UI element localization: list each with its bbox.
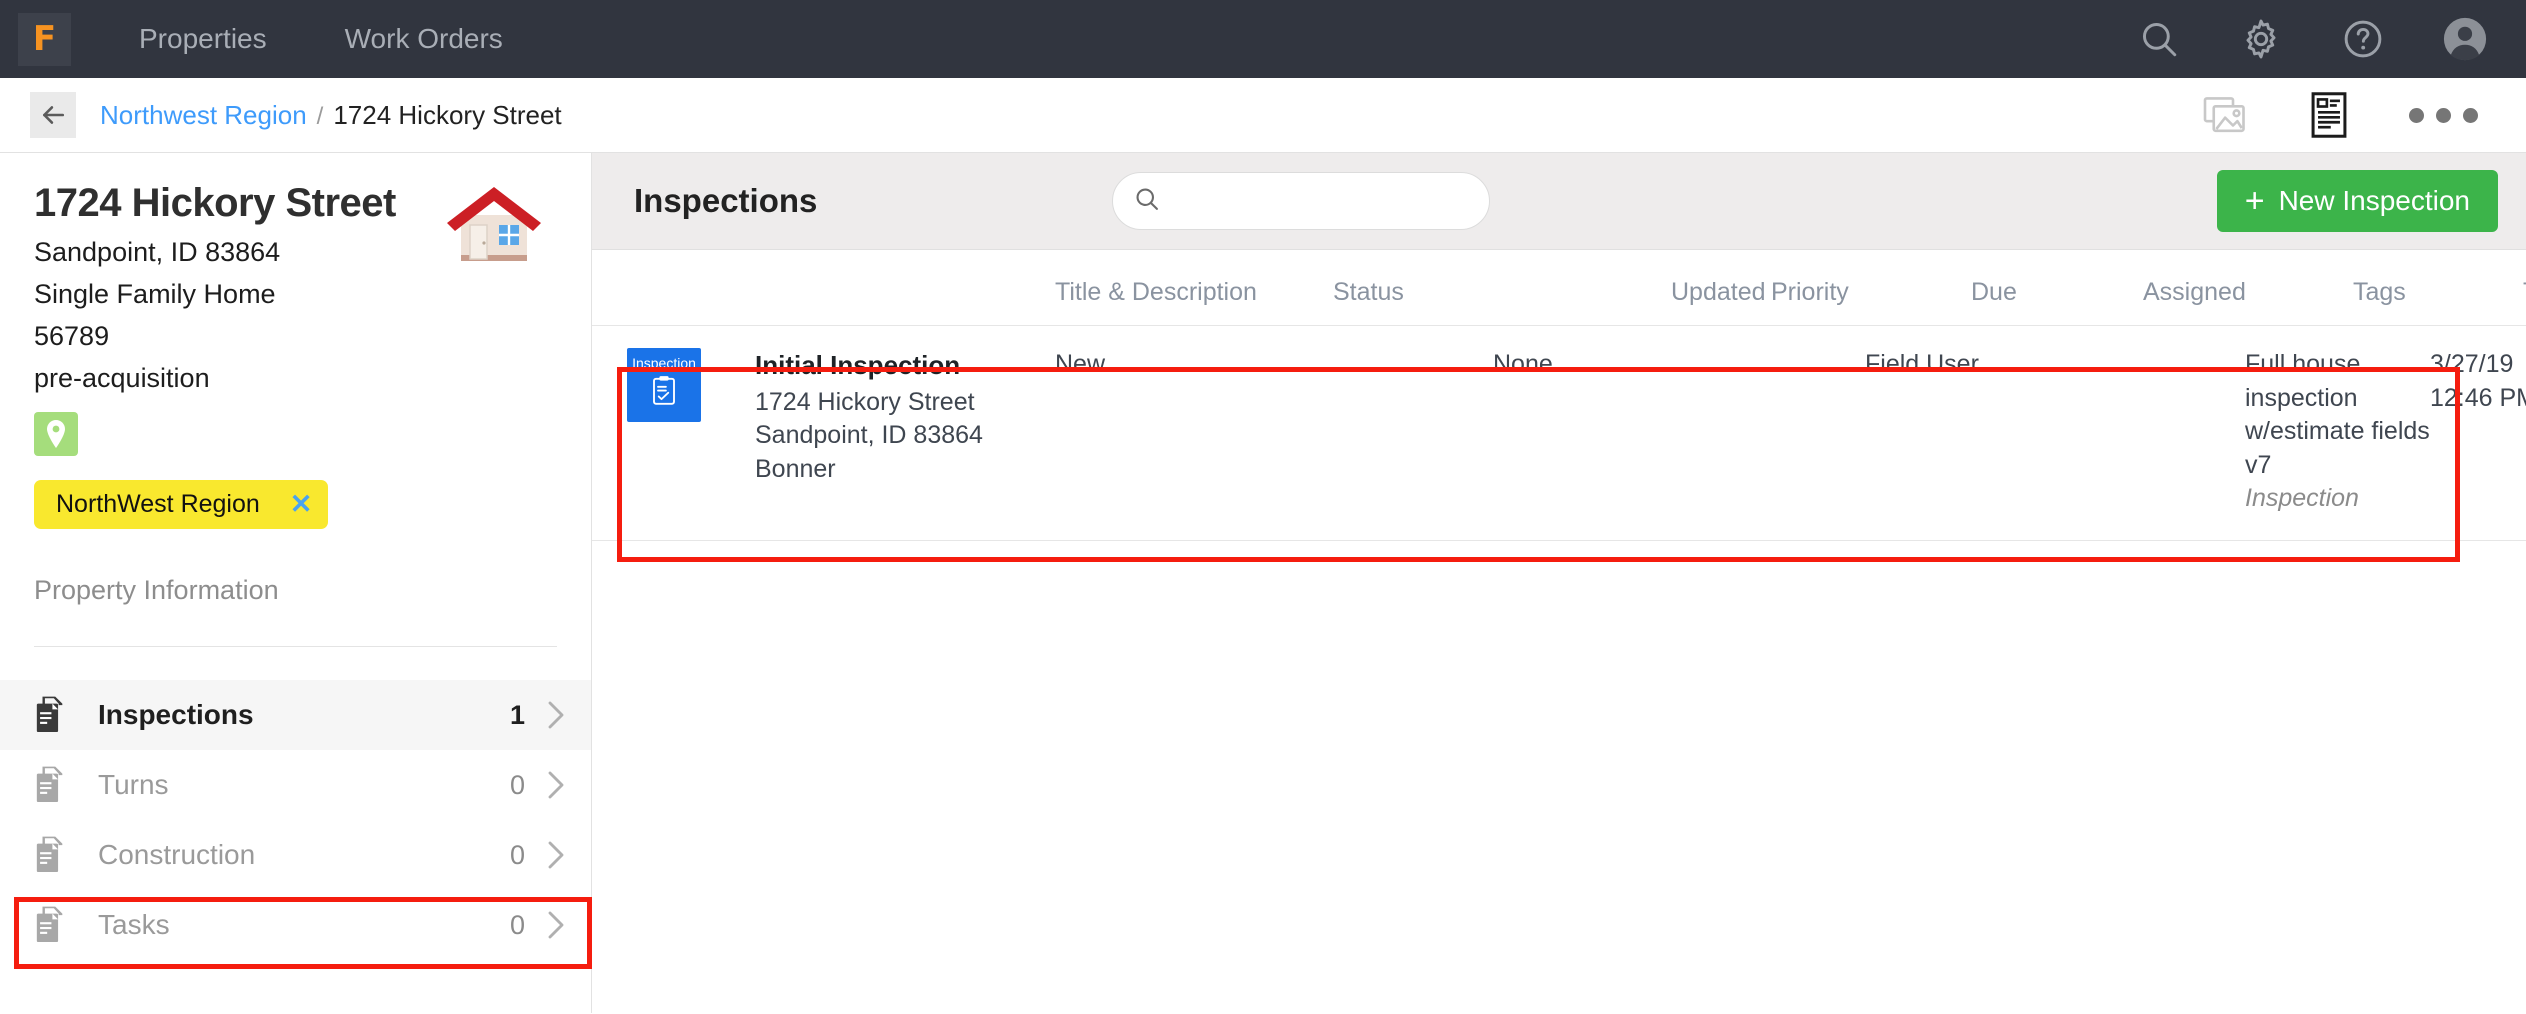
- property-sidebar: 1724 Hickory Street Sandpoint, ID 83864 …: [0, 153, 592, 1013]
- logo-letter: F: [33, 22, 56, 56]
- region-tag-label: NorthWest Region: [56, 490, 260, 519]
- row-created-time: 12:46 PM: [2430, 382, 2526, 416]
- sidebar-item-count: 0: [510, 910, 525, 941]
- page-title: Inspections: [634, 182, 817, 220]
- row-template: Full house inspection w/estimate fields …: [2245, 348, 2430, 516]
- inspection-badge-label: Inspection: [632, 356, 696, 370]
- sidebar-item-label: Construction: [98, 839, 255, 871]
- row-template-name: Full house inspection w/estimate fields …: [2245, 348, 2430, 482]
- house-icon: [441, 183, 547, 269]
- gear-icon[interactable]: [2238, 16, 2284, 62]
- row-template-type: Inspection: [2245, 482, 2430, 516]
- sidebar-item-tasks[interactable]: Tasks 0: [0, 890, 591, 960]
- breadcrumb-parent-link[interactable]: Northwest Region: [100, 100, 307, 131]
- dot-1: [2409, 108, 2424, 123]
- chevron-right-icon: [547, 700, 567, 730]
- row-tags: [2075, 348, 2245, 516]
- nav-links: Properties Work Orders: [139, 23, 581, 55]
- row-status: New: [1055, 348, 1393, 516]
- column-header-tags[interactable]: Tags: [2353, 278, 2523, 307]
- property-status: pre-acquisition: [34, 363, 557, 394]
- breadcrumb-current: 1724 Hickory Street: [333, 100, 561, 131]
- documents-icon: [34, 765, 78, 805]
- chevron-right-icon: [547, 840, 567, 870]
- nav-link-properties[interactable]: Properties: [139, 23, 267, 55]
- inspections-table: Title & Description Status Updated Prior…: [592, 250, 2526, 541]
- clipboard-check-icon: [651, 375, 677, 415]
- nav-icon-group: [2136, 16, 2504, 62]
- top-navigation-bar: F Properties Work Orders: [0, 0, 2526, 78]
- new-inspection-label: New Inspection: [2279, 185, 2470, 217]
- row-title-description: Initial Inspection 1724 Hickory Street S…: [755, 348, 1055, 516]
- row-due: [1693, 348, 1865, 516]
- sidebar-item-count: 0: [510, 840, 525, 871]
- close-icon[interactable]: ✕: [290, 489, 313, 520]
- property-number: 56789: [34, 321, 557, 352]
- column-header-priority[interactable]: Priority: [1771, 278, 1971, 307]
- search-box[interactable]: [1112, 172, 1490, 230]
- sidebar-item-label: Turns: [98, 769, 169, 801]
- document-icon[interactable]: [2311, 92, 2347, 138]
- breadcrumb-bar: Northwest Region / 1724 Hickory Street: [0, 78, 2526, 153]
- property-summary: 1724 Hickory Street Sandpoint, ID 83864 …: [0, 153, 591, 456]
- row-desc-line-2: Sandpoint, ID 83864: [755, 419, 1055, 453]
- chevron-right-icon: [547, 770, 567, 800]
- inspection-badge: Inspection: [627, 348, 701, 422]
- app-logo[interactable]: F: [18, 13, 71, 66]
- sidebar-item-turns[interactable]: Turns 0: [0, 750, 591, 820]
- breadcrumb-separator: /: [317, 103, 324, 131]
- breadcrumb: Northwest Region / 1724 Hickory Street: [100, 100, 562, 131]
- sidebar-item-inspections[interactable]: Inspections 1: [0, 680, 591, 750]
- property-type: Single Family Home: [34, 279, 557, 310]
- documents-icon: [34, 835, 78, 875]
- sidebar-item-label: Tasks: [98, 909, 170, 941]
- breadcrumb-actions: [2203, 92, 2496, 138]
- map-pin-icon[interactable]: [34, 412, 78, 456]
- table-row[interactable]: Inspection Initial I: [592, 325, 2526, 541]
- photos-icon[interactable]: [2203, 94, 2249, 136]
- avatar-icon[interactable]: [2442, 16, 2488, 62]
- inspections-header: Inspections + New Inspection: [592, 153, 2526, 250]
- main-content: Inspections + New Inspection Title & Des…: [592, 153, 2526, 1013]
- column-header-assigned[interactable]: Assigned: [2143, 278, 2353, 307]
- sidebar-nav-list: Inspections 1: [0, 680, 591, 960]
- column-header-updated[interactable]: Updated: [1671, 278, 1771, 307]
- documents-icon: [34, 695, 78, 735]
- search-icon[interactable]: [2136, 16, 2182, 62]
- row-created-date: 3/27/19: [2430, 348, 2526, 382]
- back-button[interactable]: [30, 92, 76, 138]
- row-updated: [1393, 348, 1493, 516]
- row-created: 3/27/19 12:46 PM: [2430, 348, 2526, 516]
- tag-row: NorthWest Region ✕: [0, 480, 591, 529]
- column-header-status[interactable]: Status: [1333, 278, 1671, 307]
- sidebar-item-count: 1: [510, 700, 525, 731]
- sidebar-divider: [34, 646, 557, 647]
- chevron-right-icon: [547, 910, 567, 940]
- more-menu-icon[interactable]: [2409, 108, 2478, 123]
- property-information-link[interactable]: Property Information: [0, 575, 591, 606]
- row-type-badge: Inspection: [627, 348, 755, 516]
- sidebar-item-label: Inspections: [98, 699, 254, 731]
- plus-icon: +: [2245, 184, 2265, 218]
- help-icon[interactable]: [2340, 16, 2386, 62]
- dot-3: [2463, 108, 2478, 123]
- region-tag[interactable]: NorthWest Region ✕: [34, 480, 328, 529]
- row-assigned: Field User: [1865, 348, 2075, 516]
- nav-link-work-orders[interactable]: Work Orders: [345, 23, 503, 55]
- row-title: Initial Inspection: [755, 348, 1055, 383]
- sidebar-item-count: 0: [510, 770, 525, 801]
- column-header-title[interactable]: Title & Description: [1055, 278, 1333, 307]
- search-icon: [1133, 185, 1161, 218]
- column-header-due[interactable]: Due: [1971, 278, 2143, 307]
- dot-2: [2436, 108, 2451, 123]
- row-desc-line-3: Bonner: [755, 453, 1055, 487]
- search-input[interactable]: [1173, 187, 1469, 215]
- sidebar-item-construction[interactable]: Construction 0: [0, 820, 591, 890]
- documents-icon: [34, 905, 78, 945]
- page-body: 1724 Hickory Street Sandpoint, ID 83864 …: [0, 153, 2526, 1013]
- row-priority: None: [1493, 348, 1693, 516]
- table-header-row: Title & Description Status Updated Prior…: [592, 250, 2526, 325]
- new-inspection-button[interactable]: + New Inspection: [2217, 170, 2498, 232]
- row-desc-line-1: 1724 Hickory Street: [755, 386, 1055, 420]
